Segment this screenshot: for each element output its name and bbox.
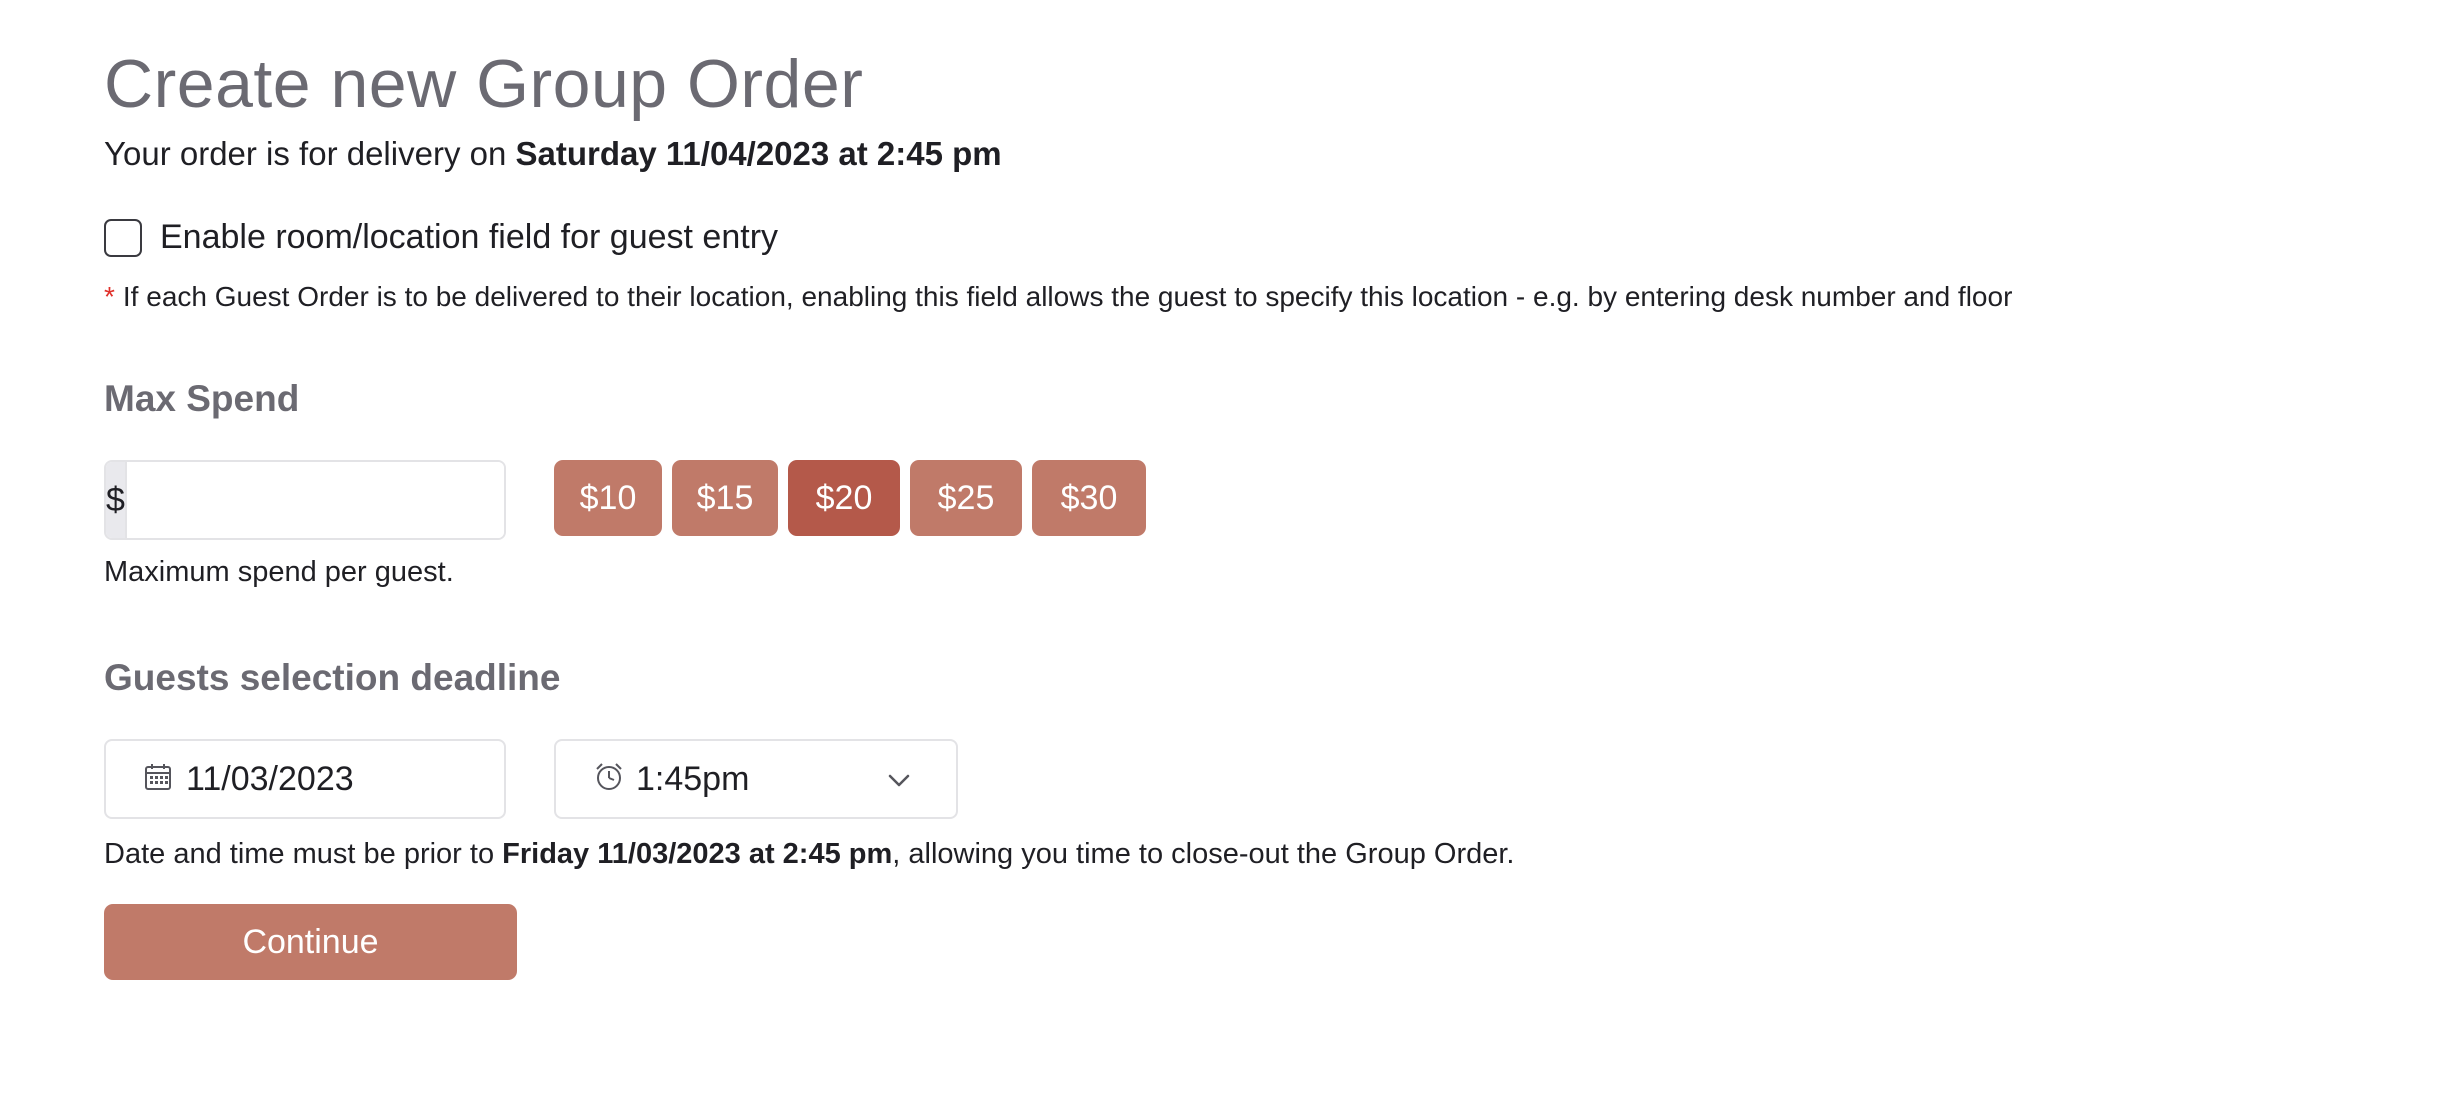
required-marker: * xyxy=(104,281,115,312)
deadline-heading: Guests selection deadline xyxy=(104,657,561,698)
max-spend-presets: $10 $15 $20 $25 $30 xyxy=(554,460,1146,536)
continue-button[interactable]: Continue xyxy=(104,904,517,980)
preset-20-button[interactable]: $20 xyxy=(788,460,900,536)
deadline-time-select[interactable]: 1:45pm xyxy=(554,739,958,819)
max-spend-input-group: $ xyxy=(104,460,506,540)
preset-30-button[interactable]: $30 xyxy=(1032,460,1146,536)
deadline-rule-prefix: Date and time must be prior to xyxy=(104,838,503,870)
deadline-time-value: 1:45pm xyxy=(636,759,750,798)
deadline-date-field[interactable]: 11/03/2023 xyxy=(104,739,506,819)
deadline-date-value: 11/03/2023 xyxy=(186,759,354,798)
max-spend-input[interactable] xyxy=(126,462,504,538)
delivery-summary: Your order is for delivery on Saturday 1… xyxy=(104,134,1002,174)
page-title: Create new Group Order xyxy=(104,46,864,122)
location-field-hint: * If each Guest Order is to be delivered … xyxy=(104,280,2012,314)
chevron-down-icon xyxy=(886,767,912,798)
max-spend-heading: Max Spend xyxy=(104,378,300,419)
preset-15-button[interactable]: $15 xyxy=(672,460,778,536)
deadline-rule-suffix: , allowing you time to close-out the Gro… xyxy=(892,838,1515,870)
deadline-rule: Date and time must be prior to Friday 11… xyxy=(104,838,1514,871)
location-field-option[interactable]: Enable room/location field for guest ent… xyxy=(104,218,778,257)
preset-10-button[interactable]: $10 xyxy=(554,460,662,536)
delivery-date: Saturday 11/04/2023 at 2:45 pm xyxy=(515,135,1002,172)
currency-prefix: $ xyxy=(106,462,127,538)
group-order-page: Create new Group Order Your order is for… xyxy=(0,0,2462,1112)
alarm-clock-icon xyxy=(594,762,624,797)
preset-25-button[interactable]: $25 xyxy=(910,460,1022,536)
location-field-label[interactable]: Enable room/location field for guest ent… xyxy=(160,218,778,257)
max-spend-help: Maximum spend per guest. xyxy=(104,556,454,588)
location-field-checkbox[interactable] xyxy=(104,218,142,257)
calendar-icon xyxy=(144,763,172,796)
location-field-hint-text: If each Guest Order is to be delivered t… xyxy=(122,281,2013,312)
deadline-rule-date: Friday 11/03/2023 at 2:45 pm xyxy=(502,838,893,870)
delivery-summary-prefix: Your order is for delivery on xyxy=(104,135,516,172)
